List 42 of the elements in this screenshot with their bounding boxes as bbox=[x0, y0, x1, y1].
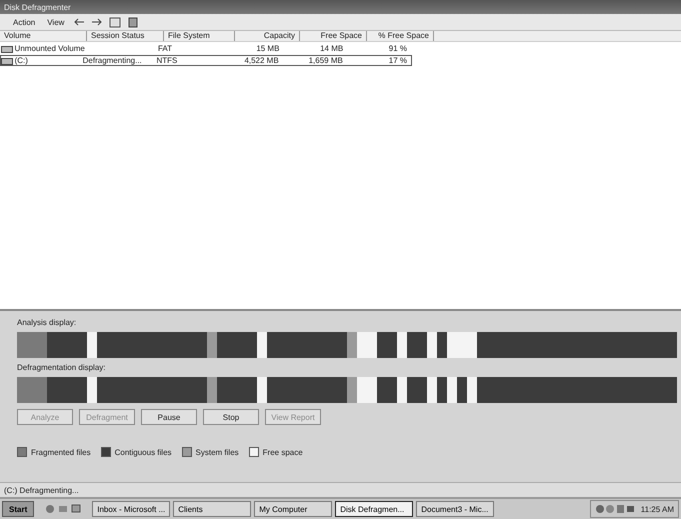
column-header[interactable]: Session Status bbox=[87, 31, 164, 41]
table-cell-text: FAT bbox=[156, 44, 174, 52]
menu-item[interactable]: Action bbox=[10, 18, 38, 26]
menu-item[interactable]: View bbox=[44, 18, 68, 26]
action-button[interactable]: Stop bbox=[203, 409, 259, 425]
drive-icon bbox=[1, 44, 13, 52]
taskbar-button[interactable]: Inbox - Microsoft ... bbox=[92, 501, 170, 517]
display-label: Analysis display: bbox=[17, 317, 78, 329]
column-header[interactable]: File System bbox=[164, 31, 235, 41]
taskbar-button[interactable]: Clients bbox=[173, 501, 252, 517]
window-title: Disk Defragmenter bbox=[4, 2, 71, 12]
table-cell-text: Defragmenting... bbox=[82, 56, 143, 64]
table-cell-text: 4,522 MB bbox=[243, 56, 280, 64]
table-cell-text: 17 % bbox=[388, 56, 408, 64]
table-cell-text: (C:) bbox=[14, 56, 29, 64]
display-label: Defragmentation display: bbox=[17, 362, 106, 374]
volume-row[interactable]: (C:) Defragmenting... NTFS 4,522 MB 1,659 MB 17 % bbox=[0, 55, 412, 66]
tray-icons-drawing bbox=[594, 504, 635, 514]
action-button[interactable]: Pause bbox=[141, 409, 197, 425]
legend-label: Fragmented files bbox=[31, 448, 91, 456]
table-cell-text: 1,659 MB bbox=[308, 56, 344, 64]
column-header[interactable]: Volume bbox=[0, 31, 87, 41]
clock: 11:25 AM bbox=[640, 504, 674, 514]
volume-row[interactable]: Unmounted Volume FAT 15 MB 14 MB 91 % bbox=[0, 43, 412, 54]
legend-label: Contiguous files bbox=[114, 448, 172, 456]
taskbar-button[interactable]: Document3 - Mic... bbox=[416, 501, 494, 517]
forward-arrow-icon[interactable] bbox=[91, 17, 104, 27]
legend-label: System files bbox=[196, 448, 239, 456]
taskbar-button[interactable]: Disk Defragmen... bbox=[335, 501, 414, 517]
table-cell-text: NTFS bbox=[155, 56, 178, 64]
taskbar-button[interactable]: My Computer bbox=[254, 501, 332, 517]
status-text: (C:) Defragmenting... bbox=[4, 486, 79, 494]
drive-icon bbox=[1, 56, 13, 64]
legend-label: Free space bbox=[262, 448, 303, 456]
table-cell-text: 15 MB bbox=[255, 44, 280, 52]
column-header[interactable]: % Free Space bbox=[367, 31, 434, 41]
column-header[interactable]: Free Space bbox=[300, 31, 367, 41]
column-header[interactable]: Capacity bbox=[235, 31, 300, 41]
back-arrow-icon[interactable] bbox=[73, 17, 86, 27]
start-button[interactable]: Start bbox=[2, 501, 34, 517]
table-cell-text: 91 % bbox=[388, 44, 408, 52]
table-cell-text: 14 MB bbox=[319, 44, 344, 52]
